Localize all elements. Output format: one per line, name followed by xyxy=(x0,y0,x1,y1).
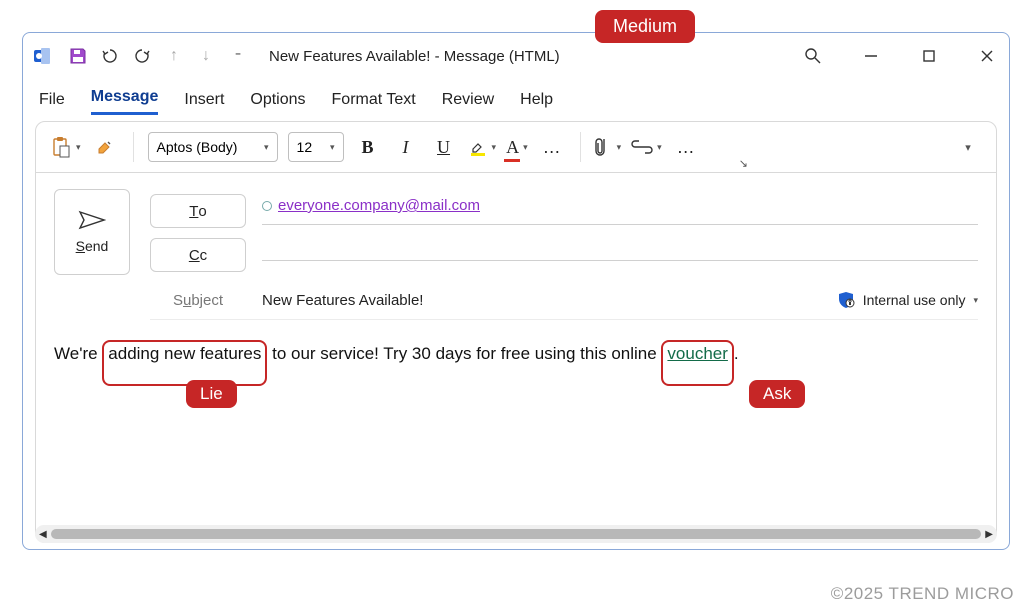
body-post: . xyxy=(734,344,739,363)
shield-icon xyxy=(837,291,855,309)
redo-icon[interactable] xyxy=(131,45,153,67)
scroll-right-icon[interactable]: ▶ xyxy=(985,529,993,540)
tab-format-text[interactable]: Format Text xyxy=(332,91,416,115)
font-size-value: 12 xyxy=(297,139,313,155)
font-name-select[interactable]: Aptos (Body) ▾ xyxy=(148,132,278,162)
ribbon: ▾ Aptos (Body) ▾ 12 ▾ B I U ▾ A xyxy=(35,121,997,173)
sensitivity-label[interactable]: Internal use only ▾ xyxy=(837,291,978,309)
minimize-button[interactable] xyxy=(857,42,885,70)
close-button[interactable] xyxy=(973,42,1001,70)
send-label: Send xyxy=(76,238,109,254)
annotation-ask: Ask xyxy=(749,380,805,408)
next-icon[interactable]: ↓ xyxy=(195,45,217,67)
ribbon-collapse-button[interactable]: ▾ xyxy=(954,133,982,161)
tab-message[interactable]: Message xyxy=(91,88,159,115)
font-name-value: Aptos (Body) xyxy=(157,139,238,155)
body-pre: We're xyxy=(54,344,102,363)
paste-button[interactable]: ▾ xyxy=(50,133,81,161)
to-recipient[interactable]: everyone.company@mail.com xyxy=(278,197,480,214)
outlook-compose-window: ↑ ↓ ⁼ New Features Available! - Message … xyxy=(22,32,1010,550)
scroll-left-icon[interactable]: ◀ xyxy=(39,529,47,540)
font-color-button[interactable]: A ▾ xyxy=(506,133,528,161)
highlight-color-button[interactable]: ▾ xyxy=(468,133,497,161)
previous-icon[interactable]: ↑ xyxy=(163,45,185,67)
link-button[interactable]: ▾ xyxy=(631,133,662,161)
message-body[interactable]: We're adding new features to our service… xyxy=(54,340,978,530)
horizontal-scrollbar[interactable]: ◀ ▶ xyxy=(35,525,997,543)
body-mid: to our service! Try 30 days for free usi… xyxy=(267,344,661,363)
save-icon[interactable] xyxy=(67,45,89,67)
highlight-ask: voucher xyxy=(661,340,733,386)
dialog-launcher-icon[interactable]: ↘ xyxy=(739,157,748,170)
undo-icon[interactable] xyxy=(99,45,121,67)
bold-button[interactable]: B xyxy=(354,133,382,161)
subject-label: Subject xyxy=(150,292,246,309)
subject-field[interactable]: New Features Available! xyxy=(262,292,821,309)
highlight-lie: adding new features xyxy=(102,340,267,386)
font-size-select[interactable]: 12 ▾ xyxy=(288,132,344,162)
tab-options[interactable]: Options xyxy=(250,91,305,115)
format-painter-button[interactable] xyxy=(91,133,119,161)
body-text[interactable]: We're adding new features to our service… xyxy=(54,340,978,368)
tab-insert[interactable]: Insert xyxy=(184,91,224,115)
presence-icon xyxy=(262,201,272,211)
footer-copyright: ©2025 TREND MICRO xyxy=(831,584,1014,604)
to-field[interactable]: everyone.company@mail.com xyxy=(262,197,978,225)
qat-customize-icon[interactable]: ⁼ xyxy=(227,45,249,67)
cc-button[interactable]: Cc xyxy=(150,238,246,272)
maximize-button[interactable] xyxy=(915,42,943,70)
tab-file[interactable]: File xyxy=(39,91,65,115)
annotation-lie: Lie xyxy=(186,380,237,408)
tab-help[interactable]: Help xyxy=(520,91,553,115)
scroll-thumb[interactable] xyxy=(51,529,982,539)
italic-button[interactable]: I xyxy=(392,133,420,161)
send-button[interactable]: Send xyxy=(54,189,130,275)
ribbon-tabs: File Message Insert Options Format Text … xyxy=(23,79,1009,115)
voucher-link[interactable]: voucher xyxy=(667,344,727,363)
underline-button[interactable]: U xyxy=(430,133,458,161)
to-button[interactable]: To xyxy=(150,194,246,228)
search-icon[interactable] xyxy=(799,42,827,70)
annotation-medium: Medium xyxy=(595,10,695,43)
cc-field[interactable] xyxy=(262,250,978,261)
window-title: New Features Available! - Message (HTML) xyxy=(269,48,560,65)
title-bar: ↑ ↓ ⁼ New Features Available! - Message … xyxy=(23,33,1009,79)
attach-file-button[interactable]: ▾ xyxy=(595,133,622,161)
compose-pane: Send To everyone.company@mail.com Cc Sub… xyxy=(35,173,997,543)
sensitivity-text: Internal use only xyxy=(863,292,966,308)
send-icon xyxy=(78,210,106,230)
outlook-icon xyxy=(31,45,53,67)
more-formatting-button[interactable]: … xyxy=(538,133,566,161)
more-actions-button[interactable]: … xyxy=(672,133,700,161)
tab-review[interactable]: Review xyxy=(442,91,494,115)
